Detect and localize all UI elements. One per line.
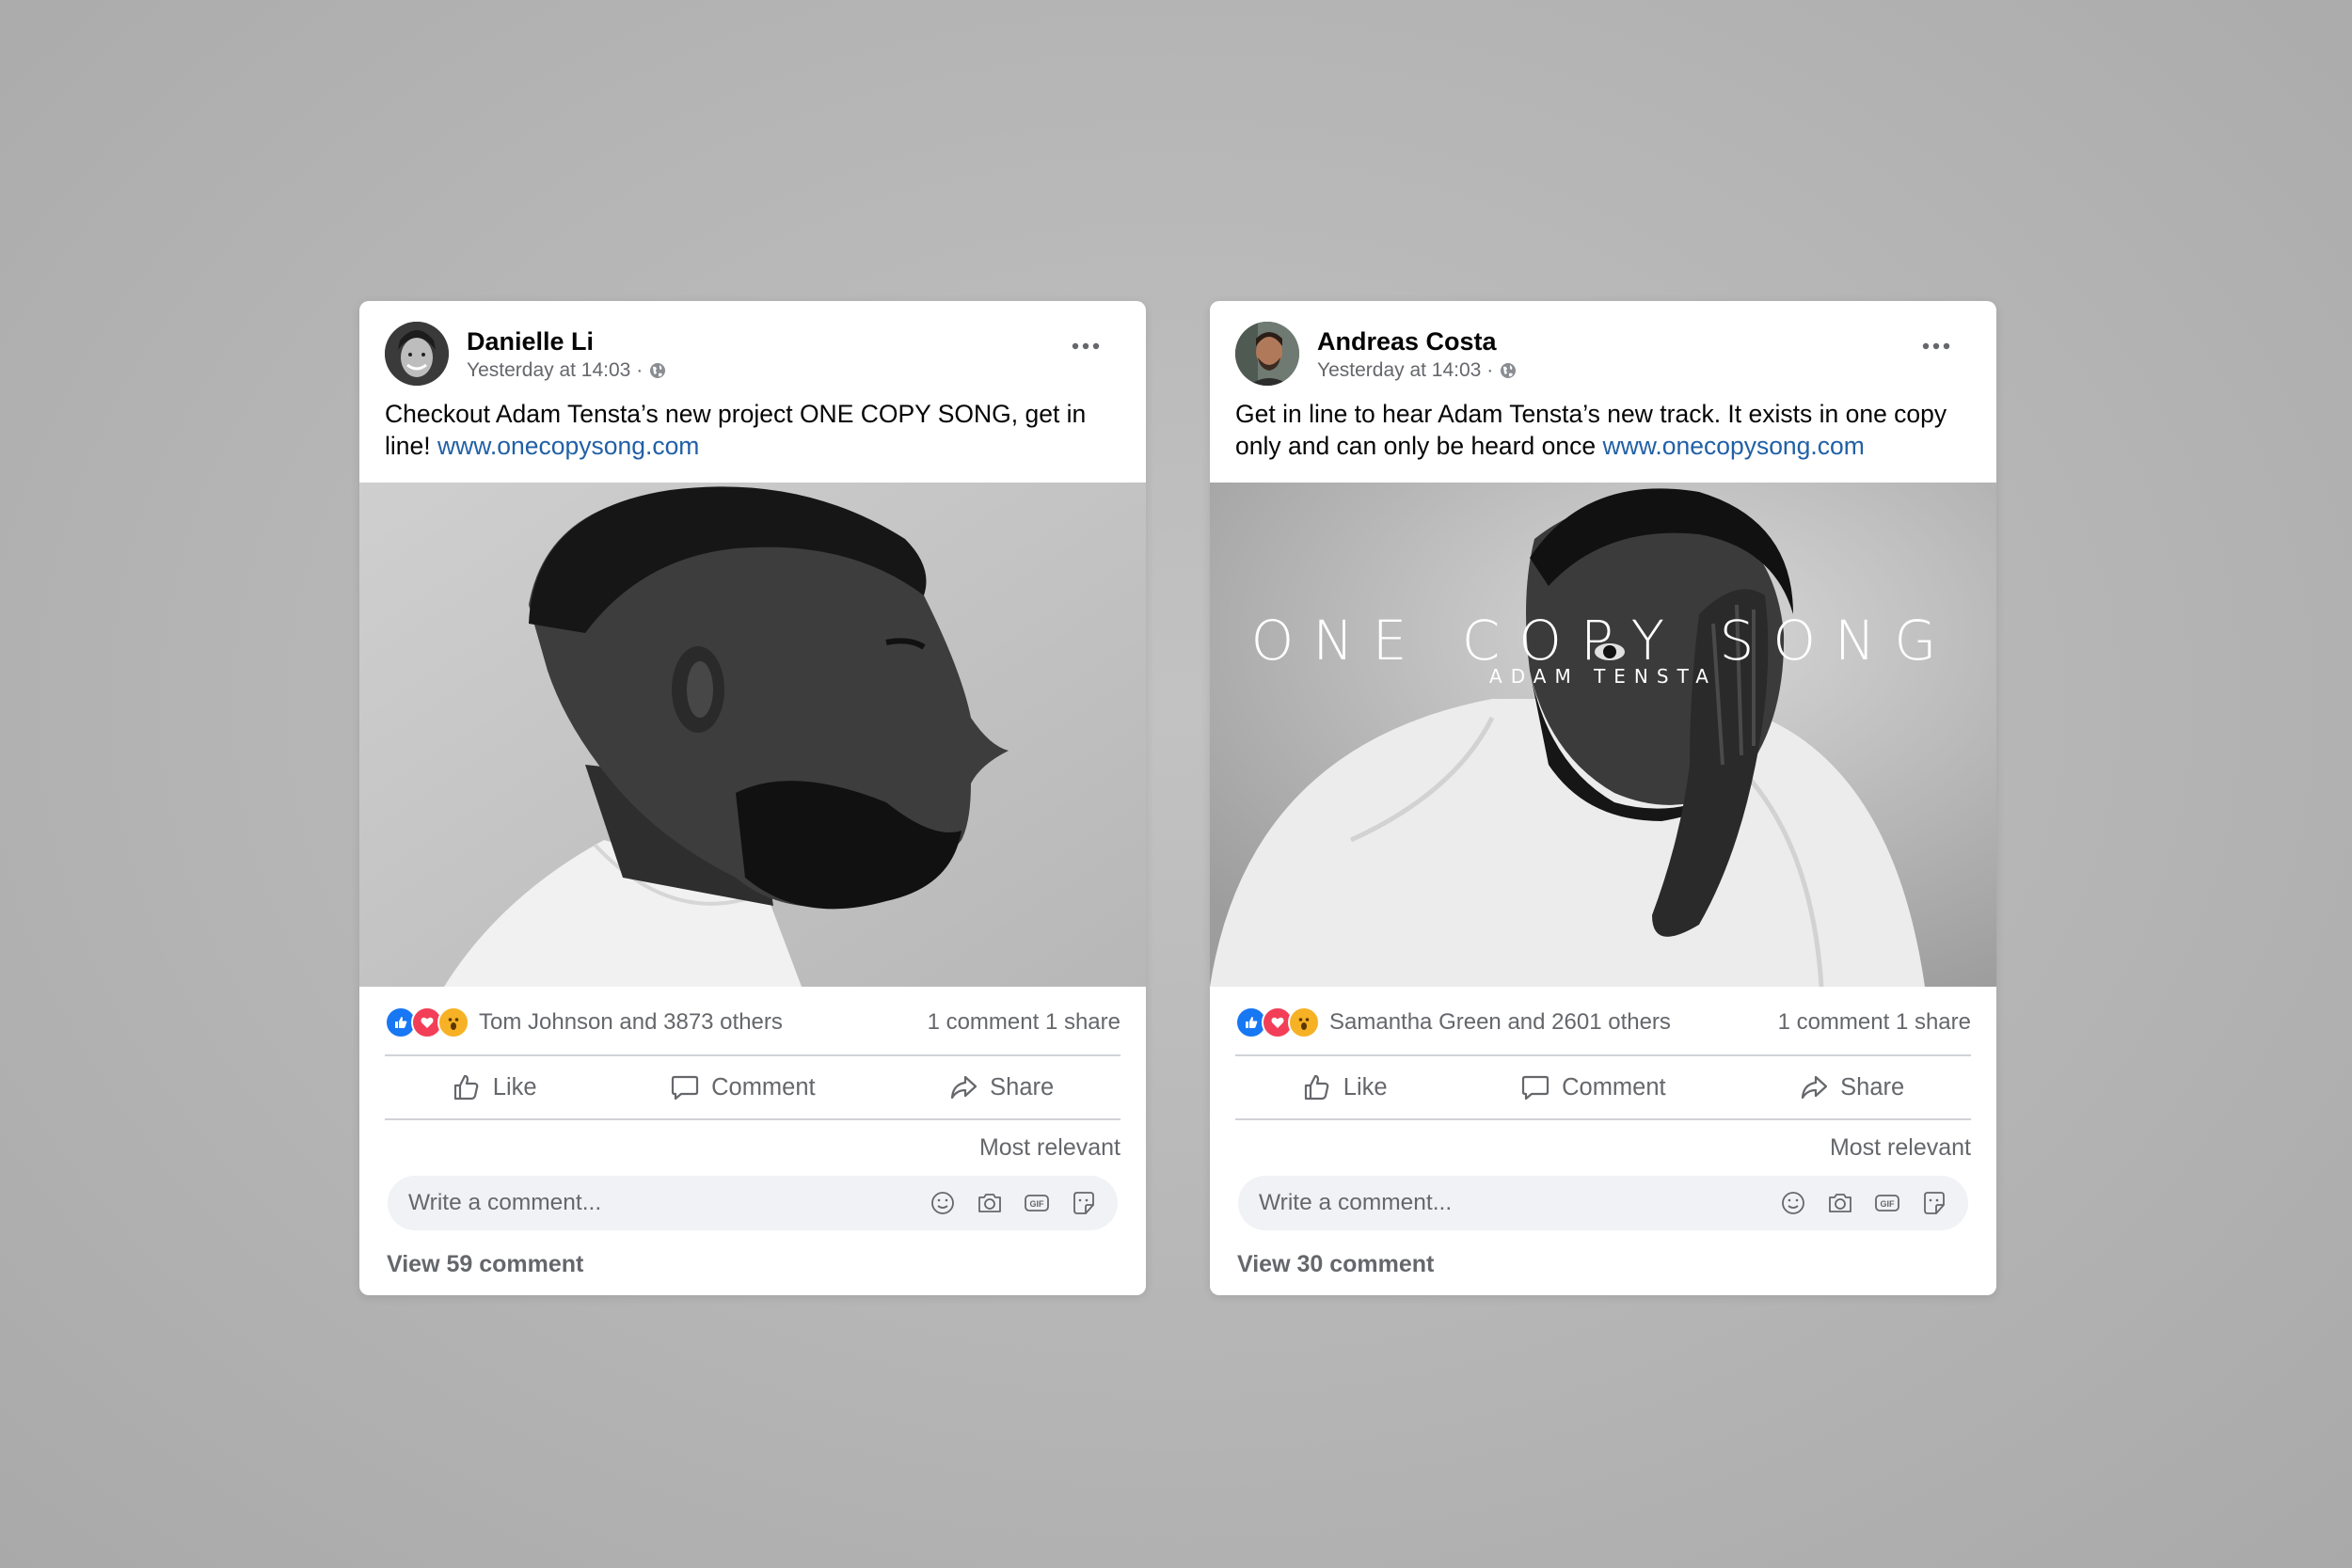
post-image[interactable] [359, 483, 1146, 987]
view-comments-link[interactable]: View 59 comment [387, 1251, 583, 1278]
sticker-icon[interactable] [1919, 1188, 1949, 1218]
speech-bubble-icon [671, 1075, 699, 1101]
camera-icon[interactable] [975, 1188, 1005, 1218]
avatar[interactable] [385, 322, 449, 386]
comment-input[interactable] [1238, 1189, 1778, 1217]
image-overlay-title: ONE COPY SONG [1251, 609, 1956, 673]
share-button[interactable]: Share [1799, 1072, 1904, 1102]
more-options-icon[interactable] [1920, 341, 1952, 352]
comment-tools: GIF [1778, 1188, 1949, 1218]
comment-box: GIF [388, 1176, 1118, 1230]
sticker-icon[interactable] [1069, 1188, 1099, 1218]
avatar[interactable] [1235, 322, 1299, 386]
thumbs-up-icon [453, 1074, 479, 1101]
post-card: Danielle Li Yesterday at 14:03 · Checkou… [359, 301, 1146, 1295]
thumbs-up-icon [1304, 1074, 1329, 1101]
globe-icon [1501, 363, 1517, 378]
reaction-icons[interactable] [1235, 1006, 1320, 1038]
reactors-text[interactable]: Samantha Green and 2601 others [1329, 1009, 1671, 1036]
action-bar: Like Comment Share [385, 1054, 1120, 1120]
share-label: Share [990, 1073, 1055, 1101]
more-options-icon[interactable] [1070, 341, 1102, 352]
post-time[interactable]: Yesterday at 14:03 · [467, 359, 643, 382]
comment-button[interactable]: Comment [670, 1072, 816, 1102]
comment-box: GIF [1238, 1176, 1968, 1230]
like-label: Like [492, 1073, 537, 1101]
post-link[interactable]: www.onecopysong.com [1602, 432, 1864, 460]
like-label: Like [1343, 1073, 1388, 1101]
gif-icon[interactable]: GIF [1872, 1188, 1902, 1218]
post-text: Get in line to hear Adam Tensta’s new tr… [1235, 398, 1959, 462]
reactions-bar: Samantha Green and 2601 others 1 comment… [1235, 1006, 1971, 1039]
post-meta: Yesterday at 14:03 · [1317, 359, 1518, 382]
emoji-icon[interactable] [928, 1188, 958, 1218]
wow-reaction-icon [1288, 1006, 1320, 1038]
image-overlay-subtitle: ADAM TENSTA [1489, 665, 1717, 688]
camera-icon[interactable] [1825, 1188, 1855, 1218]
comment-tools: GIF [928, 1188, 1099, 1218]
post-header: Andreas Costa Yesterday at 14:03 · [1235, 322, 1971, 388]
share-button[interactable]: Share [948, 1072, 1054, 1102]
share-label: Share [1840, 1073, 1905, 1101]
post-link[interactable]: www.onecopysong.com [437, 432, 699, 460]
comment-label: Comment [1562, 1073, 1666, 1101]
reactions-bar: Tom Johnson and 3873 others 1 comment 1 … [385, 1006, 1120, 1039]
like-button[interactable]: Like [452, 1072, 537, 1102]
speech-bubble-icon [1521, 1075, 1549, 1101]
gif-icon[interactable]: GIF [1022, 1188, 1052, 1218]
wow-reaction-icon [437, 1006, 469, 1038]
like-button[interactable]: Like [1302, 1072, 1388, 1102]
post-card: Andreas Costa Yesterday at 14:03 · Get i… [1210, 301, 1996, 1295]
share-arrow-icon [951, 1075, 977, 1100]
post-meta: Yesterday at 14:03 · [467, 359, 667, 382]
sort-dropdown[interactable]: Most relevant [1830, 1134, 1971, 1162]
author-name[interactable]: Danielle Li [467, 327, 594, 356]
post-image[interactable]: ONE COPY SONG ADAM TENSTA [1210, 483, 1996, 987]
sort-dropdown[interactable]: Most relevant [979, 1134, 1120, 1162]
post-text: Checkout Adam Tensta’s new project ONE C… [385, 398, 1108, 462]
action-bar: Like Comment Share [1235, 1054, 1971, 1120]
reactors-text[interactable]: Tom Johnson and 3873 others [479, 1009, 783, 1036]
comment-input[interactable] [388, 1189, 928, 1217]
emoji-icon[interactable] [1778, 1188, 1808, 1218]
comment-share-counts[interactable]: 1 comment 1 share [1778, 1009, 1971, 1036]
share-arrow-icon [1802, 1075, 1828, 1100]
svg-text:GIF: GIF [1881, 1199, 1896, 1209]
comment-share-counts[interactable]: 1 comment 1 share [928, 1009, 1120, 1036]
reaction-icons[interactable] [385, 1006, 469, 1038]
view-comments-link[interactable]: View 30 comment [1237, 1251, 1434, 1278]
post-time[interactable]: Yesterday at 14:03 · [1317, 359, 1493, 382]
post-header: Danielle Li Yesterday at 14:03 · [385, 322, 1120, 388]
comment-label: Comment [711, 1073, 816, 1101]
comment-button[interactable]: Comment [1520, 1072, 1666, 1102]
globe-icon [650, 363, 666, 378]
svg-text:GIF: GIF [1030, 1199, 1045, 1209]
author-name[interactable]: Andreas Costa [1317, 327, 1497, 356]
